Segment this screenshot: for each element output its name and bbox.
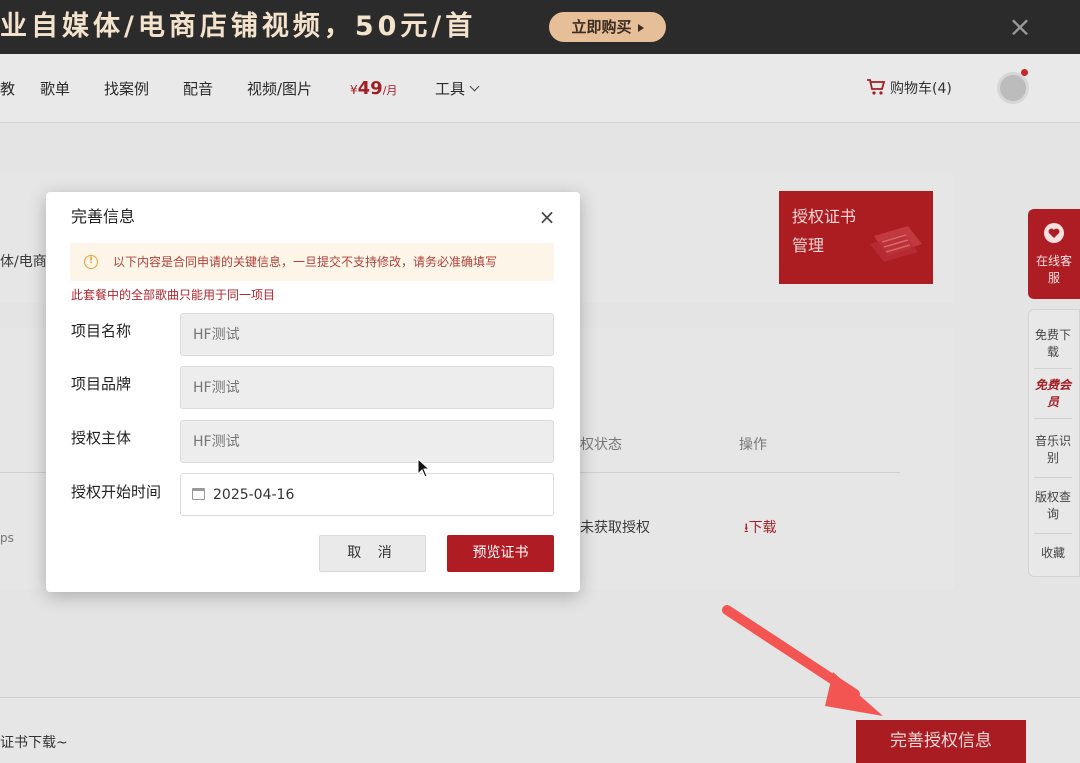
cart-icon — [867, 79, 886, 95]
table-header-action: 操作 — [739, 437, 767, 453]
table-header-status: 权状态 — [580, 437, 622, 453]
licensee-label: 授权主体 — [71, 429, 132, 447]
licensee-input[interactable] — [180, 420, 554, 463]
nav-item-tools[interactable]: 工具 — [435, 78, 480, 100]
tools-label: 工具 — [435, 80, 466, 98]
mouse-cursor-icon — [417, 458, 431, 478]
sidebar-item-music-recognition[interactable]: 音乐识别 — [1032, 433, 1074, 467]
row-download-label: 下载 — [748, 520, 777, 536]
cart-link[interactable]: 购物车(4) — [866, 78, 952, 100]
banner-close-icon[interactable]: × — [1006, 12, 1034, 42]
chevron-down-icon — [469, 81, 480, 92]
nav-item-tutorial[interactable]: 教 — [0, 78, 15, 100]
calendar-icon — [192, 488, 205, 500]
sidebar-item-copyright-query[interactable]: 版权查询 — [1032, 489, 1074, 523]
sidebar-item-free-download[interactable]: 免费下载 — [1032, 327, 1074, 361]
sidebar-item-free-member[interactable]: 免费会员 — [1032, 377, 1074, 411]
usage-note: 此套餐中的全部歌曲只能用于同一项目 — [71, 288, 276, 302]
warning-text: 以下内容是合同申请的关键信息，一旦提交不支持修改，请务必准确填写 — [113, 255, 498, 269]
modal-title: 完善信息 — [71, 207, 136, 226]
project-brand-label: 项目品牌 — [71, 375, 132, 393]
sidebar-divider — [1034, 477, 1072, 478]
buy-now-button[interactable]: 立即购买 — [549, 12, 666, 42]
cancel-button[interactable]: 取 消 — [319, 535, 426, 572]
certificate-illustration-icon — [870, 226, 922, 262]
bottom-hint-text: 证书下载~ — [0, 735, 68, 751]
preview-certificate-button[interactable]: 预览证书 — [447, 535, 554, 572]
nav-item-cases[interactable]: 找案例 — [104, 78, 149, 100]
sidebar-item-favorites[interactable]: 收藏 — [1032, 545, 1074, 562]
cert-management-label: 授权证书 管理 — [792, 202, 872, 260]
price-currency: ¥ — [350, 83, 358, 97]
warning-icon: ! — [84, 255, 98, 269]
project-name-label: 项目名称 — [71, 322, 132, 340]
chat-heart-icon — [1044, 223, 1064, 243]
cert-label-line2: 管理 — [792, 236, 825, 255]
user-avatar[interactable] — [997, 72, 1029, 104]
row-meta-text: ps — [0, 531, 14, 545]
online-service-label: 在线客服 — [1035, 254, 1072, 285]
complete-auth-info-button[interactable]: 完善授权信息 — [856, 720, 1026, 763]
nav-item-membership-price[interactable]: ¥49/月 — [350, 76, 397, 102]
nav-item-video-image[interactable]: 视频/图片 — [247, 78, 312, 100]
start-date-label: 授权开始时间 — [71, 483, 162, 501]
category-text: 体/电商 — [0, 254, 47, 270]
buy-now-label: 立即购买 — [571, 18, 632, 36]
project-name-input[interactable] — [180, 313, 554, 356]
annotation-arrow-icon — [722, 605, 883, 716]
promo-banner-text: 业自媒体/电商店铺视频，50元/首 — [0, 11, 477, 42]
price-amount: 49 — [357, 78, 383, 99]
start-date-value: 2025-04-16 — [213, 487, 295, 503]
sidebar-divider — [1034, 418, 1072, 419]
play-arrow-icon — [637, 23, 644, 32]
sidebar-divider — [1034, 368, 1072, 369]
price-unit: /月 — [382, 84, 398, 97]
sidebar-divider — [1034, 533, 1072, 534]
row-status: 未获取授权 — [580, 520, 650, 536]
cert-label-line1: 授权证书 — [792, 207, 857, 226]
row-download-link[interactable]: ⭳下载 — [744, 517, 777, 541]
nav-item-dubbing[interactable]: 配音 — [183, 78, 213, 100]
nav-item-playlist[interactable]: 歌单 — [40, 78, 70, 100]
project-brand-input[interactable] — [180, 366, 554, 409]
cart-label: 购物车(4) — [890, 81, 952, 97]
close-icon[interactable]: × — [537, 206, 557, 228]
notification-dot — [1021, 69, 1028, 76]
